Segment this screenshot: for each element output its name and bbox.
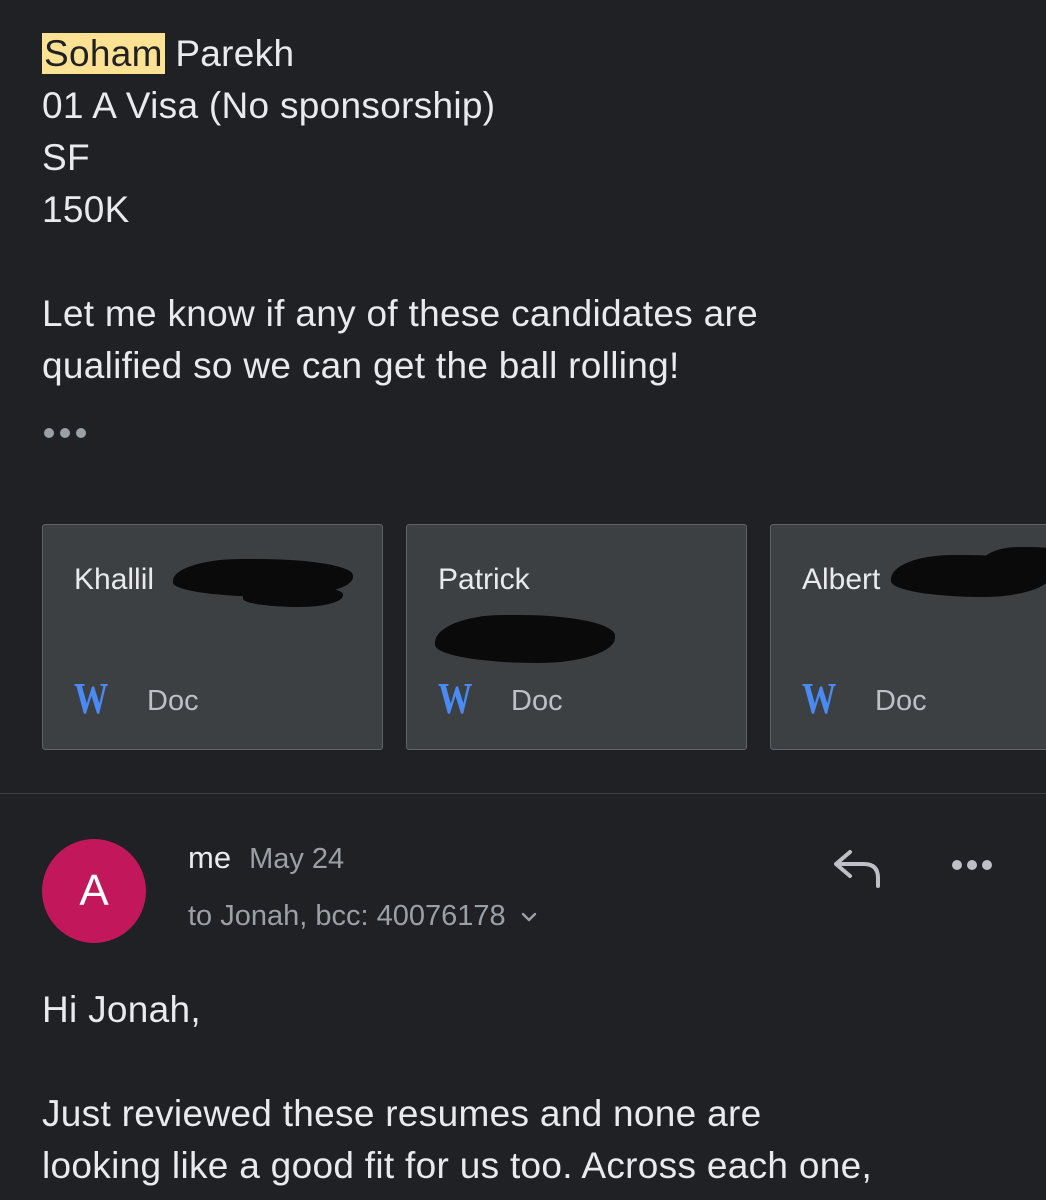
recipients-text: to Jonah, bcc: 40076178 [188,900,506,932]
reply-body-line: Just reviewed these resumes and none are [42,1093,762,1134]
candidate-last-name: Parekh [175,33,295,74]
attachment-type: Doc [511,685,563,717]
redaction-mark [435,615,615,663]
word-doc-icon: W [802,674,837,723]
more-horizontal-icon [44,428,54,438]
recipient-details-toggle[interactable]: to Jonah, bcc: 40076178 [188,900,538,933]
attachment-card[interactable]: Patrick W Doc [406,524,747,750]
word-doc-icon: W [438,674,473,723]
message-body: Soham Parekh 01 A Visa (No sponsorship) … [42,28,1022,392]
candidate-visa: 01 A Visa (No sponsorship) [42,85,496,126]
more-horizontal-icon [60,428,70,438]
attachment-type: Doc [875,685,927,717]
more-options-button[interactable] [948,856,996,874]
reply-body-line: looking like a good fit for us too. Acro… [42,1145,873,1186]
candidate-name-line: Soham Parekh [42,28,1022,80]
message-date: May 24 [249,843,345,875]
reply-body: Hi Jonah, Just reviewed these resumes an… [42,984,1032,1192]
more-horizontal-icon [982,860,992,870]
chevron-down-icon [521,912,536,921]
attachment-type: Doc [147,685,199,717]
show-trimmed-content-button[interactable] [44,428,86,438]
redaction-mark [243,585,343,607]
avatar[interactable]: A [42,839,146,943]
sender-name: me [188,840,232,875]
reply-arrow-icon[interactable] [828,842,888,894]
attachment-card[interactable]: Khallil W Doc [42,524,383,750]
sender-line: me May 24 [188,840,344,876]
message-paragraph-line: qualified so we can get the ball rolling… [42,345,680,386]
word-doc-icon: W [74,674,109,723]
reply-greeting: Hi Jonah, [42,989,202,1030]
search-highlight: Soham [42,33,165,74]
attachment-name: Khallil [74,563,155,596]
attachment-card[interactable]: Albert W Doc [770,524,1046,750]
more-horizontal-icon [76,428,86,438]
attachment-name: Albert [802,563,881,596]
more-horizontal-icon [952,860,962,870]
message-divider [0,793,1046,794]
attachment-name: Patrick [438,563,530,596]
candidate-location: SF [42,137,90,178]
message-paragraph-line: Let me know if any of these candidates a… [42,293,759,334]
more-horizontal-icon [967,860,977,870]
candidate-salary: 150K [42,189,130,230]
attachment-list: Khallil W Doc Patrick W Doc Albert W Doc [42,524,1046,754]
